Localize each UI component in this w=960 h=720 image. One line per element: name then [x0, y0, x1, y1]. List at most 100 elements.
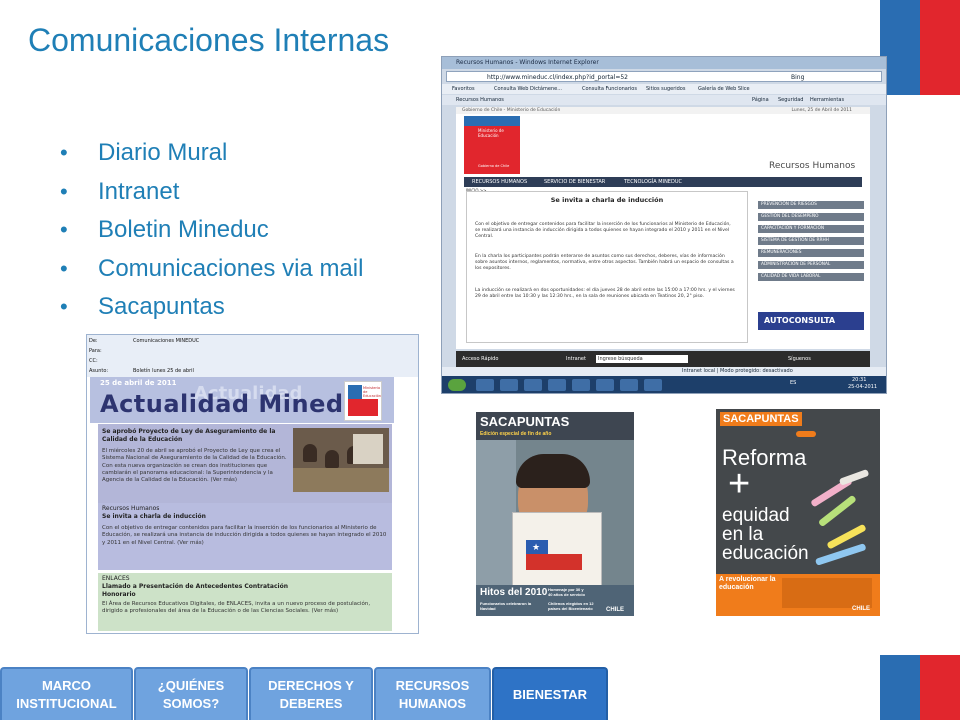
news-photo	[293, 428, 389, 492]
taskbar-app-icon[interactable]	[500, 379, 518, 391]
favorites-item: Consulta Web Dictámene...	[494, 86, 562, 92]
autoconsulta-button[interactable]: AUTOCONSULTA	[758, 312, 864, 330]
side-menu-item[interactable]: CALIDAD DE VIDA LABORAL	[758, 273, 864, 281]
cover-equidad-line: en la	[722, 524, 764, 545]
page-title: Comunicaciones Internas	[28, 22, 390, 58]
news-body: El miércoles 20 de abril se aprobó el Pr…	[102, 448, 287, 484]
favorites-item: Galería de Web Slice	[698, 86, 750, 92]
chalk-white	[838, 468, 870, 486]
tab-label: Recursos Humanos	[456, 97, 504, 103]
flag-red-bottom	[920, 655, 960, 720]
ministry-logo: Ministerio de Educación	[344, 381, 382, 421]
article-title: Se invita a charla de inducción	[550, 196, 664, 204]
photo-child	[325, 450, 339, 468]
toolbar-item: Página	[752, 97, 769, 103]
nav-bienestar[interactable]: BIENESTAR	[492, 667, 608, 720]
side-menu-item[interactable]: PREVENCIÓN DE RIESGOS	[758, 201, 864, 209]
logo-text: Ministerio de Educación	[478, 128, 504, 138]
flag-blue-bottom	[880, 655, 920, 720]
flag-red-top	[920, 0, 960, 95]
nav-link[interactable]: SERVICIO DE BIENESTAR	[544, 177, 605, 187]
logo-text: Ministerio de Educación	[363, 386, 381, 398]
cover-hitos: Hitos del 2010	[480, 587, 548, 598]
chalk-blue	[814, 543, 867, 566]
nav-link[interactable]: RECURSOS HUMANOS	[472, 177, 527, 187]
child-hair	[516, 454, 590, 488]
web-page: Gobierno de Chile - Ministerio de Educac…	[456, 107, 870, 349]
window-titlebar: Recursos Humanos - Windows Internet Expl…	[442, 57, 886, 69]
cover-header: SACAPUNTAS Edición especial de fin de añ…	[476, 412, 634, 440]
header-key: CC:	[89, 358, 98, 364]
cover-equidad-line: educación	[722, 543, 809, 564]
taskbar-app-icon[interactable]	[596, 379, 614, 391]
cover-footer-logo: CHILE	[852, 606, 870, 612]
logo-subtext: Gobierno de Chile	[478, 164, 510, 168]
toolbar-item: Seguridad	[778, 97, 804, 103]
footer-search-input[interactable]: Ingrese búsqueda	[596, 355, 688, 363]
section-title: Recursos Humanos	[769, 161, 856, 171]
cover-footer-logo: CHILE	[606, 607, 624, 613]
taskbar-app-icon[interactable]	[548, 379, 566, 391]
bullet-item: Intranet	[60, 173, 363, 212]
site-nav: RECURSOS HUMANOS SERVICIO DE BIENESTAR T…	[464, 177, 862, 187]
taskbar-app-icon[interactable]	[524, 379, 542, 391]
footer-intranet[interactable]: Intranet	[566, 351, 586, 367]
taskbar-app-icon[interactable]	[572, 379, 590, 391]
favorites-item: Favoritos	[452, 86, 475, 92]
photo-wall	[353, 434, 383, 464]
cover-brand: SACAPUNTAS	[720, 412, 802, 426]
nav-derechos-deberes[interactable]: DERECHOS Y DEBERES	[249, 667, 373, 720]
side-menu-item[interactable]: CAPACITACIÓN Y FORMACIÓN	[758, 225, 864, 233]
side-menu-item[interactable]: ADMINISTRACIÓN DE PERSONAL	[758, 261, 864, 269]
news-kicker: ENLACES	[102, 575, 130, 582]
bullet-item: Boletin Mineduc	[60, 211, 363, 250]
email-header-row: Para:	[89, 347, 133, 355]
intranet-screenshot: Recursos Humanos - Windows Internet Expl…	[441, 56, 887, 394]
news-card: ENLACES Llamado a Presentación de Antece…	[98, 573, 392, 631]
news-card: Se aprobó Proyecto de Ley de Aseguramien…	[98, 424, 392, 510]
bullet-item: Sacapuntas	[60, 288, 363, 327]
nav-marco-institucional[interactable]: MARCO INSTITUCIONAL	[0, 667, 133, 720]
header-key: De:	[89, 338, 98, 344]
cover-blurb: Homenaje por 30 y 40 años de servicio	[548, 587, 585, 597]
banner-title: Actualidad Mineduc	[100, 390, 376, 418]
logo-red	[348, 399, 378, 416]
cover-blurbs-area	[782, 578, 872, 608]
email-header-row: CC:	[89, 357, 133, 365]
taskbar-app-icon[interactable]	[620, 379, 638, 391]
header-key: Asunto:	[89, 368, 109, 374]
email-screenshot: De: Comunicaciones MINEDUC Para: CC: Asun…	[86, 334, 419, 634]
news-body: El Área de Recursos Educativos Digitales…	[102, 601, 371, 615]
gov-text: Gobierno de Chile - Ministerio de Educac…	[462, 108, 561, 113]
taskbar: ES 20:31 25-04-2011	[442, 376, 886, 393]
news-body: Con el objetivo de entregar contenidos p…	[102, 525, 387, 546]
nav-link[interactable]: TECNOLOGÍA MINEDUC	[624, 177, 682, 187]
sacapuntas-cover-2: SACAPUNTAS Reforma + equidad en la educa…	[716, 409, 880, 616]
start-button[interactable]	[448, 379, 466, 391]
cover-blurb: Chilenos elegidos en 12 países del Bicen…	[548, 601, 594, 611]
nav-recursos-humanos[interactable]: RECURSOS HUMANOS	[374, 667, 491, 720]
photo-desks	[293, 468, 389, 492]
taskbar-app-icon[interactable]	[644, 379, 662, 391]
footer-quick-access: Acceso Rápido	[462, 356, 499, 362]
cover-footer: A revolucionar la educación CHILE	[716, 574, 880, 616]
article-paragraph: En la charla los participantes podrán en…	[475, 254, 734, 272]
logo-blue-band	[464, 116, 520, 126]
cover-brand: SACAPUNTAS	[480, 414, 570, 429]
clock-date: 25-04-2011	[848, 384, 878, 390]
side-menu-item[interactable]: SISTEMA DE GESTIÓN DE RRHH	[758, 237, 864, 245]
footer-follow: Síguenos	[788, 356, 811, 362]
url-text: http://www.mineduc.cl/index.php?id_porta…	[487, 74, 628, 81]
email-header: De: Comunicaciones MINEDUC Para: CC: Asun…	[87, 335, 418, 377]
side-menu-item[interactable]: GESTIÓN DEL DESEMPEÑO	[758, 213, 864, 221]
drawn-flag-star: ★	[532, 542, 541, 552]
nav-quienes-somos[interactable]: ¿QUIÉNES SOMOS?	[134, 667, 248, 720]
bullet-item: Comunicaciones via mail	[60, 250, 363, 289]
language-indicator[interactable]: ES	[790, 380, 796, 386]
taskbar-app-icon[interactable]	[476, 379, 494, 391]
side-menu-item[interactable]: REMUNERACIONES	[758, 249, 864, 257]
news-card: Recursos Humanos Se invita a charla de i…	[98, 503, 392, 570]
cover-plus: +	[728, 463, 751, 505]
cover-bottom-text: A revolucionar la educación	[719, 576, 776, 591]
bullet-item: Diario Mural	[60, 134, 363, 173]
